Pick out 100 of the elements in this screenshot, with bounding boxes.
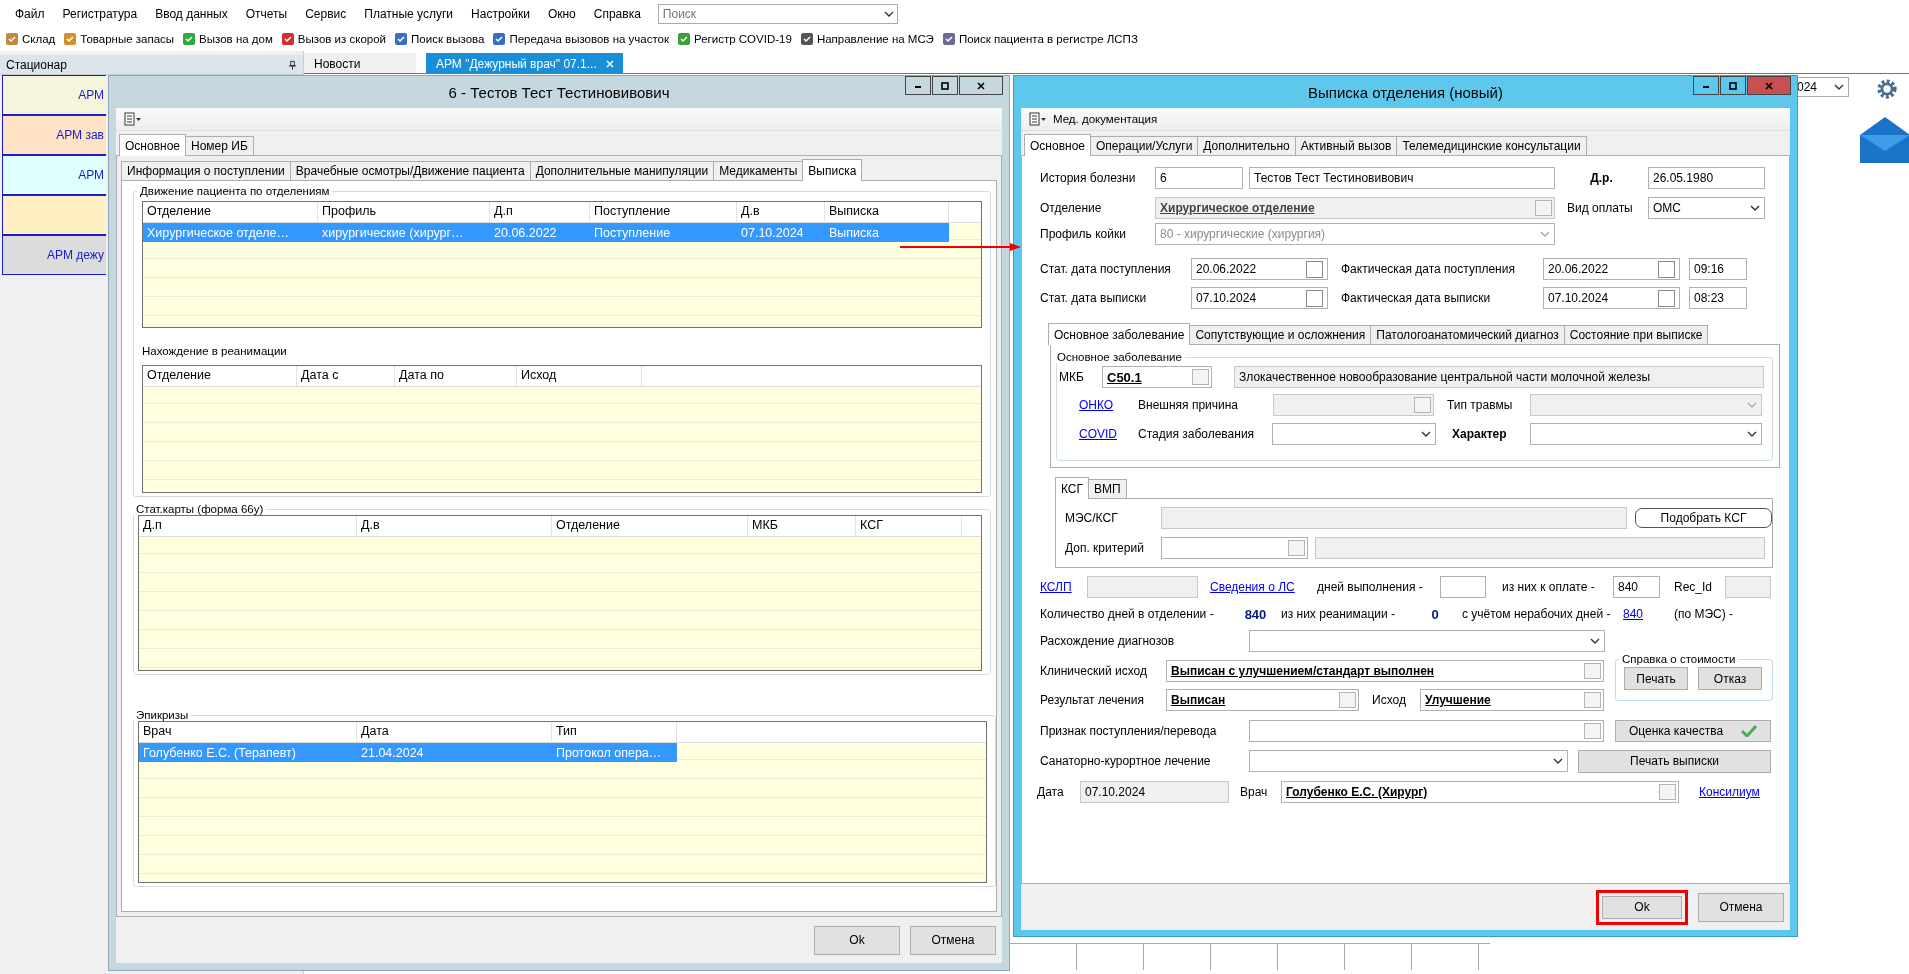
tab[interactable]: Информация о поступлении xyxy=(121,161,291,180)
tab[interactable]: КСГ xyxy=(1055,477,1090,499)
text-field[interactable]: Выписан с улучшением/стандарт выполнен xyxy=(1166,660,1604,682)
toolbar-button[interactable]: Вызов из скорой xyxy=(277,32,390,46)
column-header[interactable]: Дата с xyxy=(297,366,395,386)
field-label: Вид оплаты xyxy=(1566,200,1634,215)
dialog-button[interactable]: Ok xyxy=(814,925,900,955)
column-header[interactable]: Выписка xyxy=(825,202,949,222)
tab[interactable]: Дополнительно xyxy=(1197,136,1296,155)
document-tab[interactable]: Новости xyxy=(304,53,416,73)
print-button[interactable]: Печать xyxy=(1624,667,1688,690)
text-field[interactable]: Тестов Тест Тестиновивович xyxy=(1249,167,1555,189)
workplace-button[interactable]: АРМ xyxy=(2,75,106,115)
dialog-button[interactable]: Отмена xyxy=(910,925,996,955)
text-field[interactable]: Выписан xyxy=(1166,689,1359,711)
menu-item[interactable]: Сервис xyxy=(296,6,356,21)
time-field[interactable]: 08:23 xyxy=(1689,287,1747,309)
tab[interactable]: Основное xyxy=(119,134,186,156)
menu-item[interactable]: Платные услуги xyxy=(355,6,463,21)
column-header[interactable]: МКБ xyxy=(748,516,856,536)
tab[interactable]: Выписка xyxy=(802,159,863,181)
dialog-button[interactable]: Ok xyxy=(1596,889,1688,925)
tab[interactable]: Сопутствующие и осложнения xyxy=(1189,325,1372,344)
text-field[interactable]: Улучшение xyxy=(1420,689,1604,711)
column-header[interactable]: КСГ xyxy=(856,516,962,536)
column-header[interactable]: Д.п xyxy=(490,202,590,222)
toolbar-button[interactable]: Товарные запасы xyxy=(60,32,178,46)
workplace-button[interactable]: АРМ зав xyxy=(2,115,106,155)
tab[interactable]: Врачебные осмотры/Движение пациента xyxy=(289,161,531,180)
column-header[interactable]: Поступление xyxy=(590,202,737,222)
quality-button[interactable]: Оценка качества xyxy=(1615,720,1771,742)
toolbar-button[interactable]: Направление на МСЭ xyxy=(796,32,937,46)
toolbar-button[interactable]: Вызов на дом xyxy=(179,32,276,46)
code-field[interactable]: C50.1 xyxy=(1102,366,1212,388)
print-discharge-button[interactable]: Печать выписки xyxy=(1578,749,1771,773)
time-field[interactable]: 09:16 xyxy=(1689,258,1747,280)
column-header[interactable]: Отделение xyxy=(143,366,297,386)
date-field[interactable]: 20.06.2022 xyxy=(1191,258,1328,280)
workplace-button[interactable]: АРМ дежу xyxy=(2,235,106,275)
text-field[interactable]: Голубенко Е.С. (Хирург) xyxy=(1281,781,1679,803)
menu-item[interactable]: Мед. документация xyxy=(1053,113,1158,125)
toolbar-button[interactable]: Поиск пациента в регистре ЛСПЗ xyxy=(938,32,1141,46)
pick-ksg-button[interactable]: Подобрать КСГ xyxy=(1635,508,1772,528)
text-field[interactable]: 26.05.1980 xyxy=(1648,167,1765,189)
tab[interactable]: Операции/Услуги xyxy=(1090,136,1199,155)
text-field[interactable]: 840 xyxy=(1613,576,1660,598)
toolbar-button[interactable]: Регистр COVID-19 xyxy=(674,32,795,46)
column-header[interactable]: Тип xyxy=(552,722,677,742)
workplace-button[interactable]: АРМ xyxy=(2,155,106,195)
search-field[interactable]: Поиск xyxy=(657,3,898,24)
menu-item[interactable]: Файл xyxy=(6,6,54,21)
column-header[interactable]: Исход xyxy=(517,366,642,386)
table-cell-text: Голубенко Е.С. (Терапевт) xyxy=(142,745,297,760)
toolbar-button[interactable]: Передача вызовов на участок xyxy=(489,32,673,46)
column-header[interactable]: Д.в xyxy=(357,516,552,536)
text-field[interactable]: Злокачественное новообразование центральной части молочной железы xyxy=(1234,366,1764,388)
column-header[interactable]: Д.п xyxy=(139,516,357,536)
date-field[interactable]: 20.06.2022 xyxy=(1543,258,1680,280)
column-header[interactable]: Профиль xyxy=(318,202,490,222)
tab[interactable]: Патологоанатомический диагноз xyxy=(1370,325,1565,344)
column-header[interactable]: Д.в xyxy=(737,202,825,222)
table-cell-text: Выписка xyxy=(828,225,881,240)
column-header[interactable]: Врач xyxy=(139,722,357,742)
column-header[interactable]: Отделение xyxy=(552,516,748,536)
link[interactable]: Сведения о ЛС xyxy=(1210,580,1317,594)
dropdown[interactable]: ОМС xyxy=(1648,196,1765,219)
tab[interactable]: Номер ИБ xyxy=(185,136,254,155)
toolbar-button[interactable]: Поиск вызова xyxy=(391,32,488,46)
date-field[interactable]: 07.10.2024 xyxy=(1191,287,1328,309)
field-label: Тип травмы xyxy=(1447,398,1514,412)
menu-item[interactable]: Справка xyxy=(584,6,650,21)
menu-item[interactable]: Регистратура xyxy=(53,6,147,21)
link[interactable]: 840 xyxy=(1623,607,1674,621)
group-title: Справка о стоимости xyxy=(1621,653,1737,665)
column-header[interactable]: Дата xyxy=(357,722,552,742)
document-tab[interactable]: АРМ "Дежурный врач" 07.1... xyxy=(426,53,623,73)
menu-item[interactable]: Ввод данных xyxy=(146,6,237,21)
column-header[interactable]: Отделение xyxy=(143,202,318,222)
menu-item[interactable]: Окно xyxy=(538,6,585,21)
tab[interactable]: Дополнительные манипуляции xyxy=(529,161,715,180)
toolbar-button[interactable]: Склад xyxy=(2,32,59,46)
menu-item[interactable]: Отчеты xyxy=(236,6,297,21)
print-button[interactable]: Отказ xyxy=(1698,667,1762,690)
tab[interactable]: Основное xyxy=(1024,134,1091,156)
menu-item[interactable]: Настройки xyxy=(462,6,539,21)
tab[interactable]: ВМП xyxy=(1088,479,1127,498)
tab[interactable]: Медикаменты xyxy=(713,161,804,180)
date-field[interactable]: 07.10.2024 xyxy=(1543,287,1680,309)
link[interactable]: ОНКО xyxy=(1079,398,1138,412)
tab[interactable]: Состояние при выписке xyxy=(1563,325,1709,344)
column-header[interactable]: Дата по xyxy=(395,366,517,386)
tab[interactable]: Основное заболевание xyxy=(1048,323,1191,345)
link[interactable]: КСЛП xyxy=(1040,580,1087,594)
link[interactable]: COVID xyxy=(1079,427,1138,441)
link[interactable]: Консилиум xyxy=(1699,785,1760,799)
text-field[interactable]: 6 xyxy=(1155,167,1243,189)
date-field[interactable]: 07.10.2024 xyxy=(1080,781,1229,803)
field-label: (по МЭС) - xyxy=(1674,607,1734,621)
dialog-button[interactable]: Отмена xyxy=(1698,892,1784,922)
tab[interactable]: Телемедицинские консультации xyxy=(1396,136,1587,155)
